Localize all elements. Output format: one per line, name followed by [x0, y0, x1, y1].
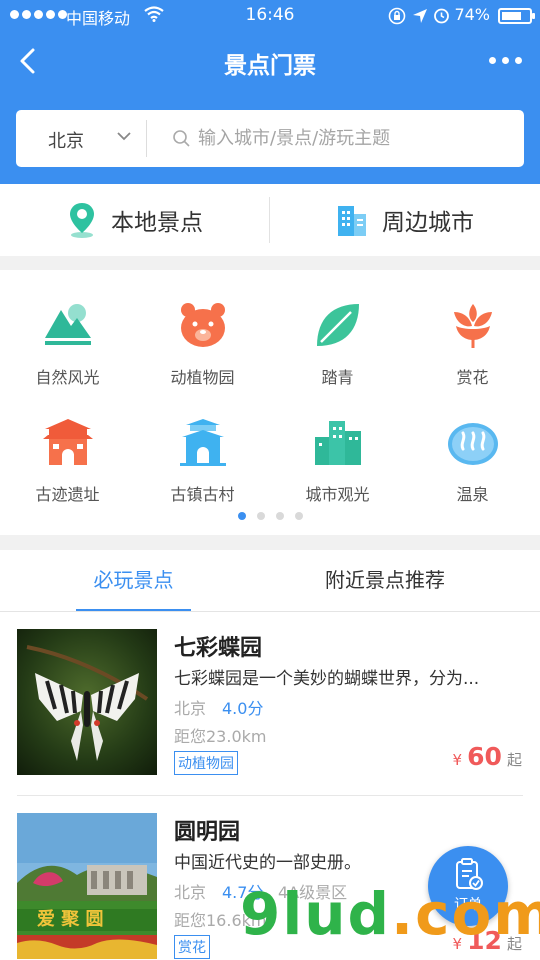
- spot-city: 北京: [174, 699, 207, 718]
- more-menu-icon[interactable]: [489, 57, 522, 64]
- tab-bar: 必玩景点 附近景点推荐: [0, 550, 540, 612]
- flower-icon: [453, 304, 492, 348]
- price-currency: ¥: [452, 935, 462, 953]
- category-city-tour[interactable]: 城市观光: [270, 415, 405, 505]
- chevron-down-icon[interactable]: [116, 130, 132, 142]
- alarm-icon: [434, 8, 449, 24]
- city-buildings-icon: [314, 421, 361, 465]
- spot-level: 4A级景区: [278, 883, 348, 902]
- spot-rating: 4.0分: [222, 699, 264, 718]
- search-icon: [173, 130, 190, 147]
- price-value: 12: [467, 926, 502, 955]
- tab-must-play[interactable]: 必玩景点: [76, 550, 191, 611]
- nearby-cities-button[interactable]: 周边城市: [270, 184, 540, 256]
- page-dot[interactable]: [237, 512, 246, 520]
- battery-icon: [498, 8, 535, 24]
- category-label: 古迹遗址: [35, 485, 100, 504]
- page-dot[interactable]: [256, 512, 265, 520]
- page-dot[interactable]: [294, 512, 303, 520]
- category-grid: 自然风光 动植物园 踏青 赏花 古迹遗址 古镇古村 城市观光 温泉: [0, 270, 540, 535]
- category-ancient-towns[interactable]: 古镇古村: [135, 415, 270, 505]
- category-historic-sites[interactable]: 古迹遗址: [0, 415, 135, 505]
- gate-tower-icon: [42, 419, 93, 465]
- hot-spring-icon: [447, 423, 498, 465]
- category-label: 古镇古村: [170, 485, 235, 504]
- spot-price: ¥ 60 起: [452, 742, 522, 771]
- divider: [146, 120, 147, 157]
- location-arrow-icon: [413, 9, 427, 23]
- navbar: 景点门票: [0, 32, 540, 90]
- page-title: 景点门票: [224, 53, 316, 79]
- leaf-icon: [316, 304, 359, 346]
- price-suffix: 起: [506, 751, 522, 769]
- page-dot[interactable]: [275, 512, 284, 520]
- category-label: 赏花: [456, 368, 489, 387]
- category-label: 踏青: [321, 368, 354, 387]
- category-flowers[interactable]: 赏花: [405, 298, 540, 388]
- spot-city: 北京: [174, 883, 207, 902]
- category-nature[interactable]: 自然风光: [0, 298, 135, 388]
- price-value: 60: [467, 742, 502, 771]
- order-button[interactable]: 订单: [428, 846, 508, 926]
- order-list-icon: [456, 858, 483, 890]
- local-spots-button[interactable]: 本地景点: [0, 184, 270, 256]
- category-label: 动植物园: [170, 368, 235, 387]
- bear-icon: [180, 303, 225, 347]
- price-suffix: 起: [506, 935, 522, 953]
- mountain-icon: [44, 304, 91, 345]
- category-label: 城市观光: [305, 485, 370, 504]
- category-hot-springs[interactable]: 温泉: [405, 415, 540, 505]
- spot-thumbnail-yuanmingyuan: 爱 聚 圆: [17, 813, 157, 959]
- spot-tag: 动植物园: [174, 751, 238, 775]
- price-currency: ¥: [452, 751, 462, 769]
- spot-rating: 4.7分: [222, 883, 264, 902]
- nearby-cities-label: 周边城市: [382, 210, 474, 236]
- category-outing[interactable]: 踏青: [270, 298, 405, 388]
- category-label: 自然风光: [35, 368, 100, 387]
- spot-name: 圆明园: [174, 820, 241, 845]
- spot-distance: 距您23.0km: [174, 727, 267, 746]
- spot-name: 七彩蝶园: [174, 636, 263, 661]
- search-bar: 北京: [16, 110, 524, 167]
- city-selector[interactable]: 北京: [48, 127, 84, 153]
- spot-tag: 赏花: [174, 935, 210, 959]
- local-spots-label: 本地景点: [111, 210, 203, 236]
- battery-percent: 74%: [454, 5, 490, 24]
- tab-nearby-recommend[interactable]: 附近景点推荐: [300, 550, 470, 611]
- spot-thumbnail-butterfly: [17, 629, 157, 775]
- header: 中国移动 16:46 74% 景点门票 北京: [0, 0, 540, 184]
- spot-distance: 距您16.6km: [174, 911, 267, 930]
- order-label: 订单: [454, 897, 482, 913]
- spot-description: 七彩蝶园是一个美妙的蝴蝶世界，分为...: [174, 669, 480, 689]
- category-label: 温泉: [456, 485, 489, 504]
- city-building-icon: [338, 206, 366, 236]
- rotation-lock-icon: [388, 7, 406, 25]
- page-indicator: [0, 512, 540, 520]
- location-pin-icon: [70, 203, 94, 238]
- list-item[interactable]: 七彩蝶园 七彩蝶园是一个美妙的蝴蝶世界，分为... 北京 4.0分 距您23.0…: [0, 612, 540, 796]
- spot-price: ¥ 12 起: [452, 926, 522, 955]
- search-input[interactable]: [198, 124, 508, 152]
- svg-text:爱 聚 圆: 爱 聚 圆: [37, 909, 104, 930]
- status-bar: 中国移动 16:46 74%: [0, 0, 540, 32]
- ancient-building-icon: [179, 419, 226, 466]
- quick-entry-bar: 本地景点 周边城市: [0, 184, 540, 256]
- category-zoo[interactable]: 动植物园: [135, 298, 270, 388]
